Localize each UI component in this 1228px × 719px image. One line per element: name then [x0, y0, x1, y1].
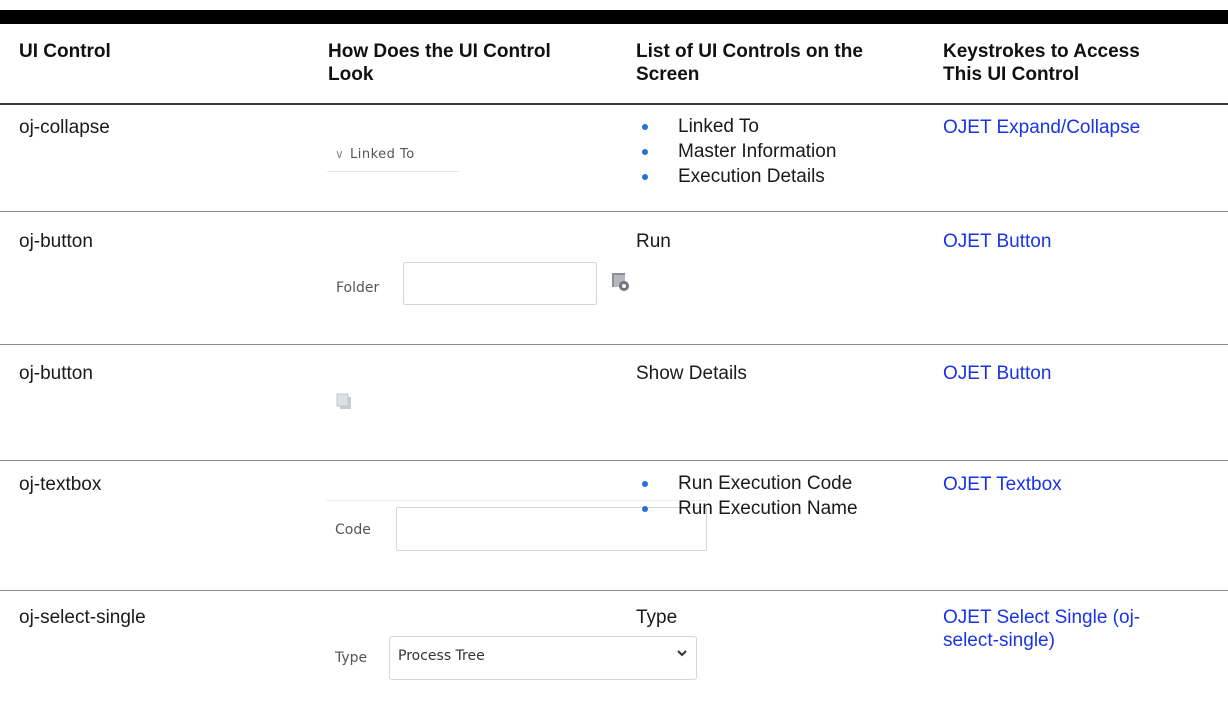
chevron-down-icon: ∨	[335, 147, 344, 161]
header-look-line1: How Does the UI Control	[328, 41, 551, 62]
link-ojet-expand-collapse[interactable]: OJET Expand/Collapse	[943, 116, 1140, 139]
folder-field-label: Folder	[336, 280, 380, 296]
row-divider	[0, 211, 1228, 212]
row4-control-list: Run Execution Code Run Execution Name	[636, 471, 858, 521]
folder-settings-icon[interactable]	[611, 272, 631, 292]
row2-control-list: Run	[636, 231, 671, 252]
row5-control-name: oj-select-single	[19, 607, 146, 628]
row1-control-name: oj-collapse	[19, 117, 110, 138]
header-look-line2: Look	[328, 64, 374, 85]
list-item: Execution Details	[636, 164, 836, 189]
type-field-label: Type	[335, 650, 368, 666]
row2-control-name: oj-button	[19, 231, 93, 252]
list-item: Master Information	[636, 139, 836, 164]
header-list-line1: List of UI Controls on the	[636, 41, 863, 62]
collapse-preview-label: Linked To	[350, 147, 415, 162]
link-ojet-button-show-details[interactable]: OJET Button	[943, 362, 1051, 385]
header-keystrokes-line1: Keystrokes to Access	[943, 41, 1140, 62]
row3-control-list: Show Details	[636, 363, 747, 384]
header-ui-control: UI Control	[19, 41, 111, 62]
bullet-icon	[642, 481, 648, 487]
bullet-icon	[642, 149, 648, 155]
row4-control-name: oj-textbox	[19, 474, 102, 495]
bullet-icon	[642, 174, 648, 180]
link-ojet-textbox[interactable]: OJET Textbox	[943, 473, 1062, 496]
header-list-line2: Screen	[636, 64, 700, 85]
row3-control-name: oj-button	[19, 363, 93, 384]
header-keystrokes-line2: This UI Control	[943, 64, 1080, 85]
folder-input[interactable]	[403, 262, 597, 305]
link-ojet-select-single-line1[interactable]: OJET Select Single (oj-	[943, 606, 1140, 629]
chevron-down-icon	[676, 647, 688, 659]
row1-control-list: Linked To Master Information Execution D…	[636, 114, 836, 189]
bullet-icon	[642, 506, 648, 512]
list-item: Run Execution Name	[636, 496, 858, 521]
table-top-bar	[0, 10, 1228, 24]
code-field-label: Code	[335, 522, 371, 538]
row5-control-list: Type	[636, 607, 678, 628]
row-divider	[0, 590, 1228, 591]
row-divider	[0, 344, 1228, 345]
row-divider	[0, 460, 1228, 461]
copy-pages-icon[interactable]	[335, 392, 353, 410]
collapse-preview[interactable]: ∨ Linked To	[327, 145, 459, 172]
type-select-value: Process Tree	[398, 648, 485, 664]
link-ojet-select-single-line2[interactable]: select-single)	[943, 629, 1055, 652]
list-item: Linked To	[636, 114, 836, 139]
bullet-icon	[642, 124, 648, 130]
list-item: Run Execution Code	[636, 471, 858, 496]
type-select[interactable]: Process Tree	[389, 636, 697, 680]
header-divider	[0, 103, 1228, 105]
link-ojet-button-run[interactable]: OJET Button	[943, 230, 1051, 253]
